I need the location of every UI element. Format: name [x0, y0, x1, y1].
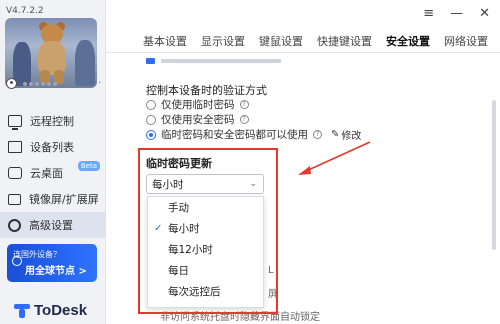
checkbox-partial[interactable]: [146, 58, 155, 64]
tab-basic-settings[interactable]: 基本设置: [143, 33, 187, 49]
mirror-screen-icon: [8, 193, 21, 205]
radio-option-temp-password[interactable]: 仅使用临时密码 ?: [146, 97, 249, 112]
partial-row-text: [161, 59, 281, 63]
sidebar-item-device-list[interactable]: 设备列表: [0, 134, 106, 160]
help-icon[interactable]: ?: [313, 130, 322, 139]
sidebar: V4.7.2.2 ··· 远程控制 设备列表 云桌面 Beta 镜像屏/扩展屏 …: [0, 0, 106, 324]
user-icon: [6, 78, 17, 89]
sidebar-item-cloud-desktop[interactable]: 云桌面 Beta: [0, 160, 106, 186]
logo-name: ToDesk: [34, 302, 88, 319]
help-icon[interactable]: ?: [239, 100, 249, 109]
todesk-logo: ToDesk: [14, 302, 87, 319]
user-info-row: [6, 78, 57, 89]
sidebar-item-label: 镜像屏/扩展屏: [29, 193, 99, 206]
radio-label: 仅使用安全密码: [161, 114, 235, 126]
radio-label: 临时密码和安全密码都可以使用: [161, 129, 308, 141]
monitor-icon: [8, 115, 22, 130]
tab-network-settings[interactable]: 网络设置: [444, 33, 488, 49]
minimize-icon[interactable]: —: [450, 6, 463, 21]
window-controls: ≡ — ✕: [423, 6, 490, 21]
avatar-bear: [35, 22, 69, 84]
gear-icon: [8, 218, 21, 232]
sidebar-nav: 远程控制 设备列表 云桌面 Beta 镜像屏/扩展屏 高级设置: [0, 108, 106, 238]
tab-display-settings[interactable]: 显示设置: [201, 33, 245, 49]
annotation-highlight-box: [138, 148, 278, 314]
radio-button[interactable]: [146, 99, 156, 110]
partial-hidden-row: [146, 58, 281, 64]
radio-button[interactable]: [146, 114, 156, 125]
more-options-icon[interactable]: ···: [90, 78, 103, 89]
beta-badge: Beta: [77, 161, 100, 171]
globe-icon: [12, 256, 22, 266]
sidebar-item-label: 远程控制: [30, 115, 74, 128]
menu-icon[interactable]: ≡: [423, 6, 434, 21]
settings-tabs: 基本设置 显示设置 键鼠设置 快捷键设置 安全设置 网络设置: [143, 33, 488, 49]
user-masked-name: [23, 81, 57, 86]
promo-line2: 用全球节点 >: [25, 266, 87, 277]
todesk-logo-icon: [14, 303, 30, 318]
edit-button[interactable]: ✎ 修改: [331, 127, 361, 142]
radio-button-checked[interactable]: [146, 129, 156, 140]
sidebar-item-label: 高级设置: [29, 219, 73, 232]
vertical-scrollbar[interactable]: [492, 100, 496, 250]
tab-shortcut-settings[interactable]: 快捷键设置: [317, 33, 372, 49]
sidebar-item-label: 设备列表: [30, 141, 74, 154]
device-list-icon: [8, 141, 22, 153]
sidebar-item-label: 云桌面: [30, 167, 63, 180]
help-icon[interactable]: ?: [239, 115, 249, 124]
radio-option-security-password[interactable]: 仅使用安全密码 ?: [146, 112, 249, 127]
tab-security-settings[interactable]: 安全设置: [386, 33, 430, 49]
tabs-divider: [106, 52, 500, 53]
close-icon[interactable]: ✕: [479, 6, 490, 21]
version-label: V4.7.2.2: [6, 6, 44, 16]
sidebar-item-remote-control[interactable]: 远程控制: [0, 108, 106, 134]
tab-keyboard-mouse-settings[interactable]: 键鼠设置: [259, 33, 303, 49]
pencil-icon: ✎: [331, 129, 340, 140]
radio-label: 仅使用临时密码: [161, 99, 235, 111]
cloud-desktop-icon: [8, 167, 22, 179]
promo-line1: 连国外设备？: [13, 250, 61, 259]
global-node-promo-button[interactable]: 连国外设备？ 用全球节点 >: [7, 244, 97, 282]
sidebar-item-advanced-settings[interactable]: 高级设置: [0, 212, 106, 238]
sidebar-item-mirror-screen[interactable]: 镜像屏/扩展屏: [0, 186, 106, 212]
edit-label: 修改: [341, 131, 362, 142]
auth-section-title: 控制本设备时的验证方式: [146, 84, 267, 97]
radio-option-both-passwords[interactable]: 临时密码和安全密码都可以使用 ? ✎ 修改: [146, 127, 361, 142]
